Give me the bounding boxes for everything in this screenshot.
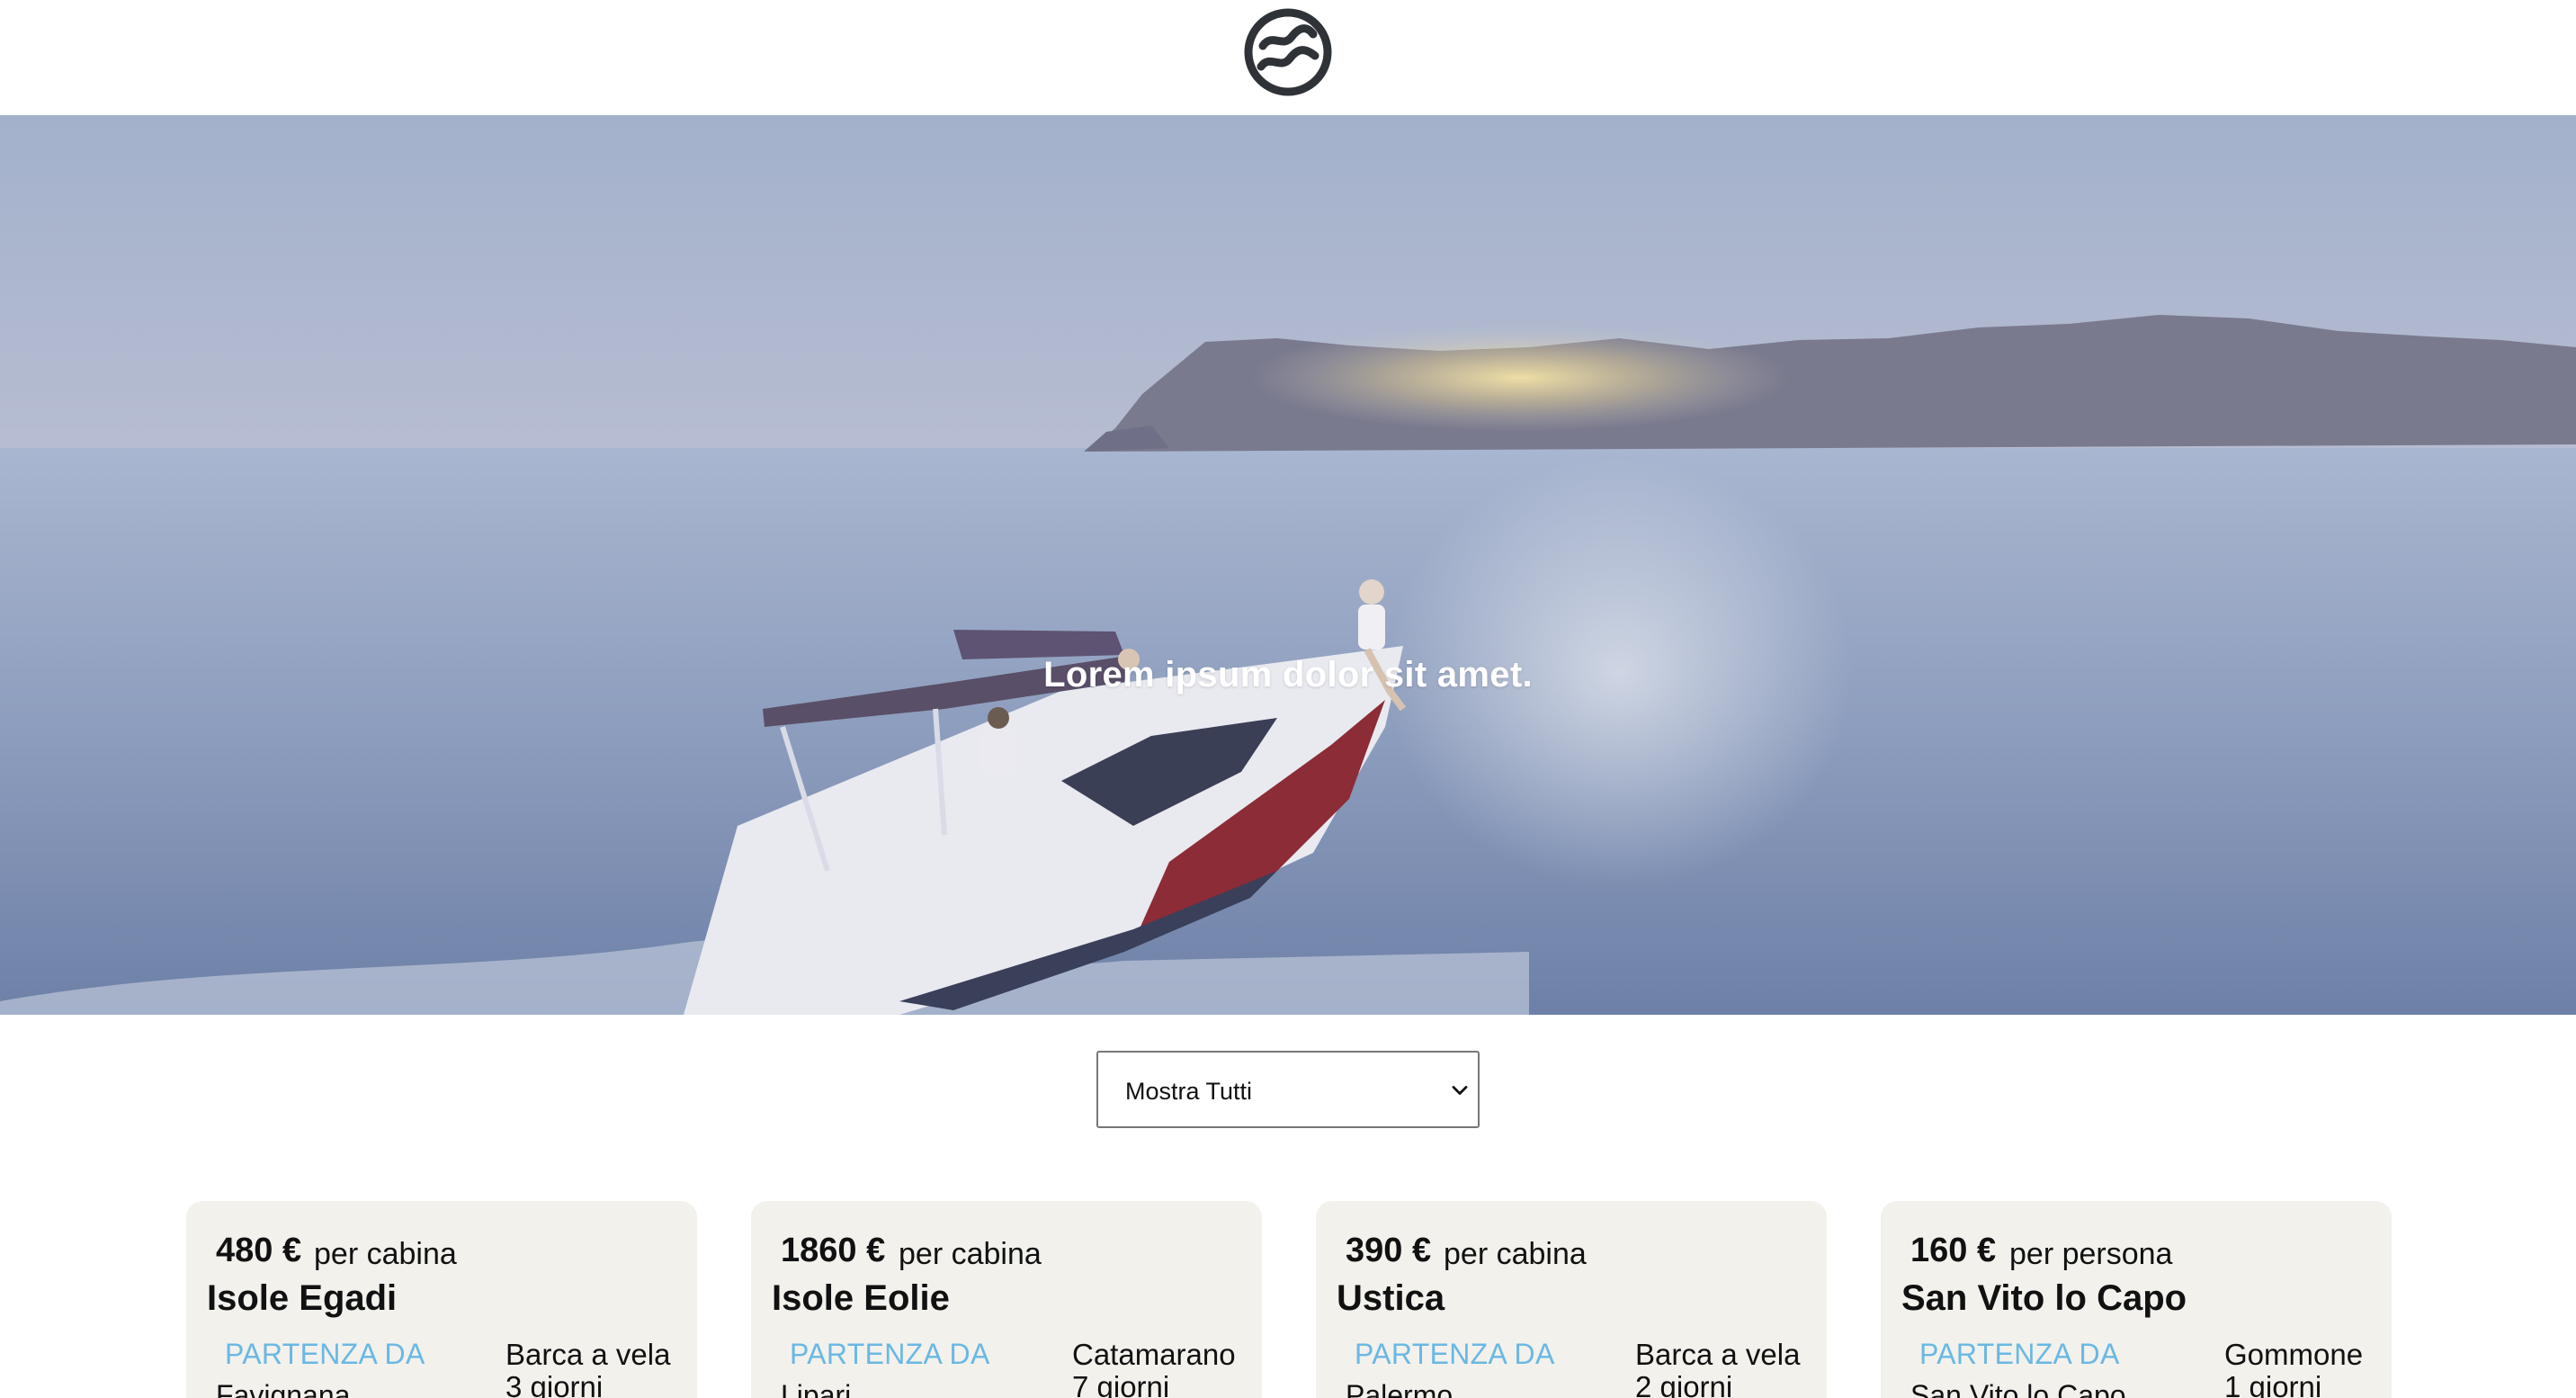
trip-price-unit: per cabina — [1444, 1237, 1587, 1271]
departure-label: PARTENZA DA — [1355, 1338, 1555, 1370]
departure-place: Favignana — [216, 1379, 351, 1398]
destination-filter-select[interactable]: Mostra Tutti — [1096, 1051, 1480, 1128]
departure-label: PARTENZA DA — [790, 1338, 990, 1370]
trip-card[interactable]: 480 € per cabina Isole Egadi PARTENZA DA… — [186, 1201, 697, 1398]
trip-duration: 3 giorni — [505, 1370, 604, 1398]
trip-duration: 7 giorni — [1072, 1370, 1170, 1398]
trip-destination: Isole Egadi — [207, 1278, 398, 1318]
boat-type: Barca a vela — [1635, 1338, 1801, 1371]
trip-card[interactable]: 1860 € per cabina Isole Eolie PARTENZA D… — [751, 1201, 1262, 1398]
site-header — [0, 0, 2576, 115]
trip-price: 160 € — [1910, 1232, 1997, 1269]
boat-type: Gommone — [2224, 1338, 2364, 1371]
trip-price: 480 € — [216, 1232, 302, 1269]
departure-label: PARTENZA DA — [225, 1338, 425, 1370]
trip-price-unit: per persona — [2009, 1237, 2173, 1271]
trip-destination: San Vito lo Capo — [1901, 1278, 2187, 1318]
chevron-down-icon — [1452, 1086, 1468, 1095]
filter-selected-value: Mostra Tutti — [1125, 1078, 1253, 1105]
departure-place: San Vito lo Capo — [1910, 1379, 2126, 1398]
boat-type: Barca a vela — [505, 1338, 671, 1371]
trip-price: 1860 € — [781, 1232, 886, 1269]
trip-price: 390 € — [1346, 1232, 1432, 1269]
trip-price-unit: per cabina — [314, 1237, 457, 1271]
hero-banner: Lorem ipsum dolor sit amet. — [0, 115, 2576, 1015]
hero-title: Lorem ipsum dolor sit amet. — [1043, 655, 1533, 695]
trip-destination: Isole Eolie — [772, 1278, 950, 1318]
departure-place: Lipari — [781, 1379, 852, 1398]
trip-card[interactable]: 160 € per persona San Vito lo Capo PARTE… — [1881, 1201, 2392, 1398]
trip-duration: 1 giorni — [2224, 1370, 2322, 1398]
waves-circle-logo-icon[interactable] — [1243, 7, 1333, 97]
boat-type: Catamarano — [1072, 1338, 1236, 1371]
departure-label: PARTENZA DA — [1919, 1338, 2120, 1370]
trip-price-unit: per cabina — [899, 1237, 1042, 1271]
hero-boat-image — [0, 115, 2576, 1015]
trip-card[interactable]: 390 € per cabina Ustica PARTENZA DA Pale… — [1316, 1201, 1827, 1398]
departure-place: Palermo — [1346, 1379, 1453, 1398]
trip-duration: 2 giorni — [1635, 1370, 1733, 1398]
trip-destination: Ustica — [1337, 1278, 1445, 1318]
